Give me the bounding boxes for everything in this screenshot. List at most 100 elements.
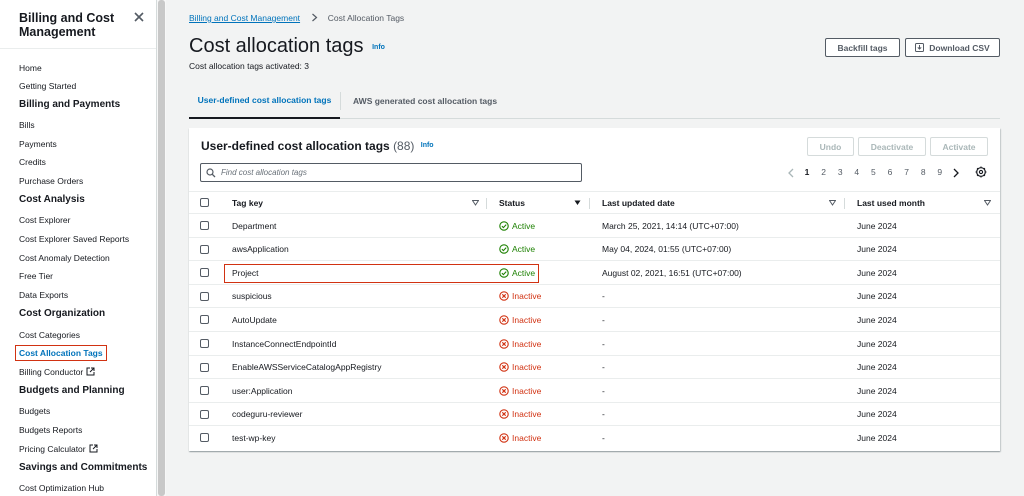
column-header-tag-key[interactable]: Tag key	[232, 192, 263, 214]
sidebar-item-billing-conductor[interactable]: Billing Conductor	[19, 367, 95, 377]
sidebar-item-cost-optimization-hub[interactable]: Cost Optimization Hub	[19, 483, 104, 493]
last-used-cell: June 2024	[857, 432, 897, 443]
x-circle-icon	[499, 362, 509, 372]
column-header-last-updated[interactable]: Last updated date	[602, 192, 675, 214]
table-row[interactable]: EnableAWSServiceCatalogAppRegistry Inacti…	[189, 356, 1000, 380]
sidebar-item-budgets-reports[interactable]: Budgets Reports	[19, 425, 82, 435]
deactivate-button[interactable]: Deactivate	[858, 137, 926, 156]
page-6-button[interactable]: 6	[885, 167, 895, 177]
table-row[interactable]: user:Application Inactive - June 2024	[189, 379, 1000, 403]
table-row[interactable]: Department Active March 25, 2021, 14:14 (U…	[189, 214, 1000, 238]
search-box[interactable]	[200, 163, 582, 182]
x-circle-icon	[499, 409, 509, 420]
x-circle-icon	[499, 315, 509, 325]
sort-icon[interactable]	[829, 200, 836, 206]
chevron-right-icon[interactable]	[952, 168, 960, 178]
sidebar-scrollbar[interactable]	[157, 0, 166, 496]
breadcrumb-billing-link[interactable]: Billing and Cost Management	[189, 13, 300, 23]
sidebar-item-purchase-orders[interactable]: Purchase Orders	[19, 176, 83, 186]
sidebar-item-label: Cost Anomaly Detection	[19, 253, 110, 263]
page-info-link[interactable]: Info	[372, 44, 385, 51]
tag-key-cell: awsApplication	[232, 244, 289, 255]
column-header-status[interactable]: Status	[499, 192, 525, 214]
close-icon[interactable]	[133, 11, 145, 23]
search-input[interactable]	[221, 165, 576, 180]
table-row[interactable]: awsApplication Active May 04, 2024, 01:55 …	[189, 238, 1000, 262]
status-label: Active	[512, 267, 536, 278]
chevron-left-icon[interactable]	[787, 168, 795, 178]
status-badge: Inactive	[499, 379, 541, 402]
table-row[interactable]: InstanceConnectEndpointId Inactive - June 2…	[189, 332, 1000, 356]
sidebar-item-credits[interactable]: Credits	[19, 157, 46, 167]
tag-key-cell: test-wp-key	[232, 432, 276, 443]
row-checkbox[interactable]	[200, 433, 209, 443]
table-title: User-defined cost allocation tags (88) I…	[201, 139, 434, 153]
sidebar-item-data-exports[interactable]: Data Exports	[19, 290, 68, 300]
page-1-button[interactable]: 1	[802, 167, 812, 177]
row-checkbox[interactable]	[200, 315, 209, 325]
row-checkbox[interactable]	[200, 362, 209, 372]
scrollbar-thumb[interactable]	[158, 0, 165, 496]
sidebar-item-budgets[interactable]: Budgets	[19, 406, 50, 416]
last-used-cell: June 2024	[857, 362, 897, 373]
column-divider	[589, 198, 590, 209]
page-5-button[interactable]: 5	[868, 167, 878, 177]
sidebar-item-cost-allocation-tags[interactable]: Cost Allocation Tags	[15, 345, 107, 361]
sidebar-item-cost-explorer-saved-reports[interactable]: Cost Explorer Saved Reports	[19, 234, 129, 244]
page-8-button[interactable]: 8	[918, 167, 928, 177]
status-label: Active	[512, 220, 536, 231]
tab-user-defined[interactable]: User-defined cost allocation tags	[189, 83, 340, 119]
sidebar-item-label: Budgets	[19, 406, 51, 416]
table-row[interactable]: AutoUpdate Inactive - June 2024	[189, 308, 1000, 332]
sidebar-item-pricing-calculator[interactable]: Pricing Calculator	[19, 444, 98, 454]
select-all-checkbox[interactable]	[200, 198, 209, 207]
row-checkbox[interactable]	[200, 339, 209, 348]
sidebar: Billing and Cost Management Home Getting …	[0, 0, 157, 496]
table-row[interactable]: codeguru-reviewer Inactive - June 2024	[189, 403, 1000, 427]
tab-aws-generated[interactable]: AWS generated cost allocation tags	[353, 83, 497, 119]
page-9-button[interactable]: 9	[935, 167, 945, 177]
sort-icon[interactable]	[472, 200, 479, 206]
table-info-link[interactable]: Info	[421, 142, 434, 149]
sidebar-item-free-tier[interactable]: Free Tier	[19, 271, 53, 281]
row-checkbox[interactable]	[200, 409, 209, 419]
table-row[interactable]: suspicious Inactive - June 2024	[189, 285, 1000, 309]
activate-button[interactable]: Activate	[930, 137, 988, 156]
gear-icon[interactable]	[975, 166, 987, 178]
column-header-last-used[interactable]: Last used month	[857, 192, 925, 214]
sidebar-item-cost-explorer[interactable]: Cost Explorer	[19, 215, 71, 225]
sidebar-item-getting-started[interactable]: Getting Started	[19, 81, 76, 91]
sort-desc-icon[interactable]	[574, 200, 581, 206]
sort-icon[interactable]	[984, 200, 991, 206]
sidebar-item-label: Cost Categories	[19, 330, 80, 340]
status-badge: Inactive	[499, 426, 541, 449]
status-badge: Inactive	[499, 308, 541, 331]
check-circle-icon	[499, 267, 509, 278]
page-2-button[interactable]: 2	[819, 167, 829, 177]
sidebar-item-cost-categories[interactable]: Cost Categories	[19, 330, 80, 340]
external-link-icon	[89, 444, 98, 453]
row-checkbox[interactable]	[200, 291, 209, 301]
last-used-cell: June 2024	[857, 385, 897, 396]
table-row[interactable]: Project Active August 02, 2021, 16:51 (UTC…	[189, 261, 1000, 285]
table-header-row: Tag key Status Last updated date Last us…	[189, 191, 1000, 214]
breadcrumb: Billing and Cost Management Cost Allocat…	[189, 13, 404, 23]
row-checkbox[interactable]	[200, 244, 209, 254]
sidebar-item-payments[interactable]: Payments	[19, 139, 57, 149]
page-7-button[interactable]: 7	[902, 167, 912, 177]
row-checkbox[interactable]	[200, 386, 209, 396]
x-circle-icon	[499, 385, 509, 396]
undo-button[interactable]: Undo	[807, 137, 854, 156]
backfill-tags-button[interactable]: Backfill tags	[825, 38, 900, 57]
page-3-button[interactable]: 3	[835, 167, 845, 177]
row-checkbox[interactable]	[200, 268, 209, 278]
sidebar-item-home[interactable]: Home	[19, 63, 42, 73]
sidebar-item-cost-anomaly-detection[interactable]: Cost Anomaly Detection	[19, 253, 110, 263]
download-csv-button[interactable]: Download CSV	[905, 38, 1000, 57]
row-checkbox[interactable]	[200, 221, 209, 230]
table-row[interactable]: test-wp-key Inactive - June 2024	[189, 426, 1000, 450]
sidebar-title: Billing and Cost Management	[19, 11, 115, 39]
sidebar-item-bills[interactable]: Bills	[19, 120, 35, 130]
page-4-button[interactable]: 4	[852, 167, 862, 177]
tag-key-cell: user:Application	[232, 385, 293, 396]
